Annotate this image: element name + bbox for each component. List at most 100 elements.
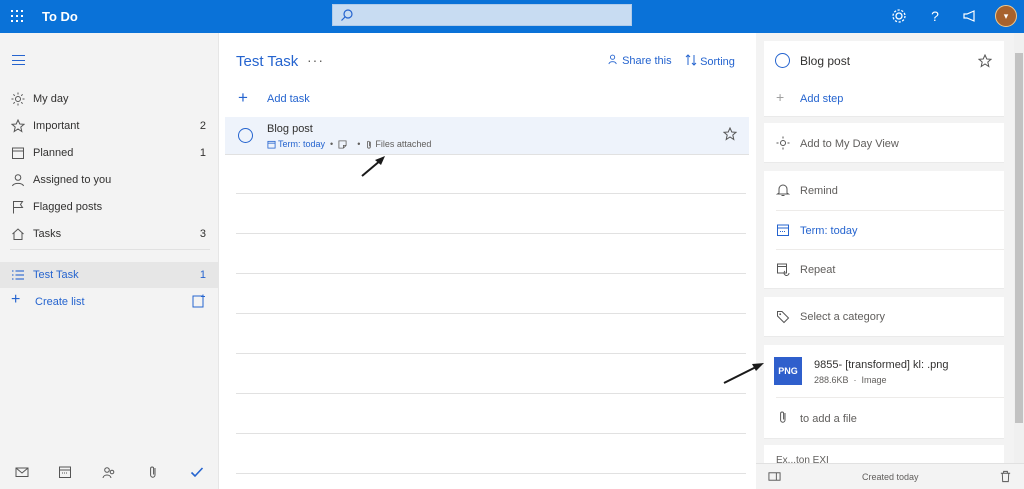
person-icon [12, 174, 24, 187]
star-icon [11, 119, 25, 133]
task-detail-pane: Blog post + Add step Add to My Day View … [723, 33, 1014, 489]
add-to-my-day-button[interactable]: Add to My Day View [764, 123, 1004, 163]
sidebar-item-flagged[interactable]: Flagged posts [0, 194, 219, 220]
create-list-button[interactable]: + Create list [0, 289, 219, 313]
sun-icon [11, 92, 25, 106]
task-list-pane: Test Task ··· Share this Sorting + Add t… [219, 33, 756, 489]
add-file-button[interactable]: to add a file [764, 398, 1004, 438]
note-card[interactable]: Ex...ton EXI [764, 445, 1004, 465]
list-rule [236, 433, 746, 434]
sidebar-item-my-day[interactable]: My day [0, 86, 219, 112]
mail-icon[interactable] [15, 465, 29, 479]
new-group-icon[interactable] [192, 294, 206, 308]
star-icon[interactable] [978, 54, 992, 68]
paperclip-icon [367, 140, 372, 149]
sidebar-item-label: Assigned to you [33, 174, 112, 186]
task-title: Blog post [267, 123, 313, 135]
sidebar-item-label: My day [33, 93, 69, 105]
add-step-label: Add step [800, 93, 844, 105]
list-rule [236, 233, 746, 234]
bell-icon [776, 184, 790, 196]
calendar-icon[interactable] [58, 465, 72, 479]
sidebar-item-planned[interactable]: Planned 1 [0, 140, 219, 166]
calendar-icon [12, 147, 24, 159]
add-task-label: Add task [267, 93, 310, 105]
paperclip-icon[interactable] [146, 465, 160, 479]
list-rule [236, 273, 746, 274]
megaphone-icon[interactable] [961, 7, 979, 25]
complete-task-checkbox[interactable] [238, 128, 253, 143]
sidebar-item-label: Planned [33, 147, 74, 159]
complete-task-checkbox[interactable] [775, 53, 790, 68]
plus-icon: + [776, 89, 785, 105]
detail-task-title[interactable]: Blog post [800, 54, 850, 68]
add-step-button[interactable]: + Add step [764, 85, 1004, 111]
list-rule [236, 473, 746, 474]
sorting-label: Sorting [700, 56, 735, 68]
attached-file[interactable]: PNG 9855- [transformed] kl: .png 288.6KB… [764, 345, 1004, 397]
category-button[interactable]: Select a category [764, 297, 1004, 337]
sort-button[interactable]: Sorting [685, 54, 735, 68]
repeat-button[interactable]: Repeat [764, 250, 1004, 288]
list-rule [236, 193, 746, 194]
sidebar-item-count: 1 [199, 269, 206, 281]
list-options-button[interactable]: ··· [307, 52, 324, 68]
detail-footer: Created today [756, 463, 1024, 489]
sidebar-item-tasks[interactable]: Tasks 3 [0, 221, 219, 247]
repeat-label: Repeat [800, 264, 836, 276]
task-term: Term: today [278, 139, 326, 149]
calendar-icon [777, 224, 789, 236]
app-title[interactable]: To Do [42, 9, 78, 24]
search-input[interactable] [332, 4, 632, 26]
file-size: 288.6KB [814, 375, 849, 385]
due-date-button[interactable]: Term: today [764, 211, 1004, 249]
flag-icon [13, 201, 24, 214]
term-label: Term: today [800, 225, 858, 237]
detail-scrollbar[interactable] [1014, 33, 1024, 489]
trash-icon[interactable] [999, 470, 1012, 483]
home-icon [12, 228, 24, 240]
top-bar: To Do ? ▾ [0, 0, 1024, 33]
list-rule [236, 313, 746, 314]
sidebar-item-label: Important [33, 120, 80, 132]
sidebar-item-count: 2 [199, 120, 206, 132]
plus-icon: + [11, 291, 21, 308]
people-icon[interactable] [102, 465, 116, 479]
sort-icon [685, 54, 697, 66]
sidebar-item-important[interactable]: Important 2 [0, 113, 219, 139]
sidebar-item-label: Tasks [33, 228, 62, 240]
create-list-label: Create list [35, 296, 85, 308]
remind-button[interactable]: Remind [764, 171, 1004, 210]
todo-check-icon[interactable] [190, 465, 204, 479]
gear-icon[interactable] [890, 7, 908, 25]
page-title[interactable]: Test Task [236, 53, 298, 70]
sidebar-bottom-bar [0, 455, 219, 489]
file-meta: 288.6KB · Image [814, 375, 887, 385]
share-button[interactable]: Share this [608, 54, 672, 67]
help-icon[interactable]: ? [926, 7, 944, 25]
list-rule [236, 393, 746, 394]
file-type: Image [861, 375, 887, 385]
task-files: Files attached [375, 139, 432, 149]
sidebar-item-count: 3 [199, 228, 206, 240]
reminder-card: Remind Term: today Repeat [764, 171, 1004, 289]
avatar[interactable]: ▾ [995, 5, 1017, 27]
add-myday-label: Add to My Day View [800, 138, 899, 150]
list-rule [236, 353, 746, 354]
hamburger-menu-icon[interactable] [12, 55, 25, 65]
add-task-input[interactable]: + Add task [236, 88, 746, 110]
scrollbar-thumb[interactable] [1015, 53, 1023, 423]
annotation-arrow [361, 156, 385, 177]
detail-title-row: Blog post [764, 41, 1004, 81]
task-meta: Term: today • • Files attached [267, 139, 431, 149]
hide-detail-icon[interactable] [768, 470, 781, 483]
sidebar-item-assigned[interactable]: Assigned to you [0, 167, 219, 193]
task-row[interactable]: Blog post Term: today • • Files attached [225, 117, 749, 155]
sun-icon [776, 136, 790, 150]
sidebar-item-test-task[interactable]: Test Task 1 [0, 262, 219, 288]
app-launcher-icon[interactable] [11, 10, 23, 22]
png-file-icon: PNG [774, 357, 802, 385]
paperclip-icon [780, 411, 786, 423]
list-icon [12, 270, 24, 280]
star-icon[interactable] [723, 127, 737, 141]
